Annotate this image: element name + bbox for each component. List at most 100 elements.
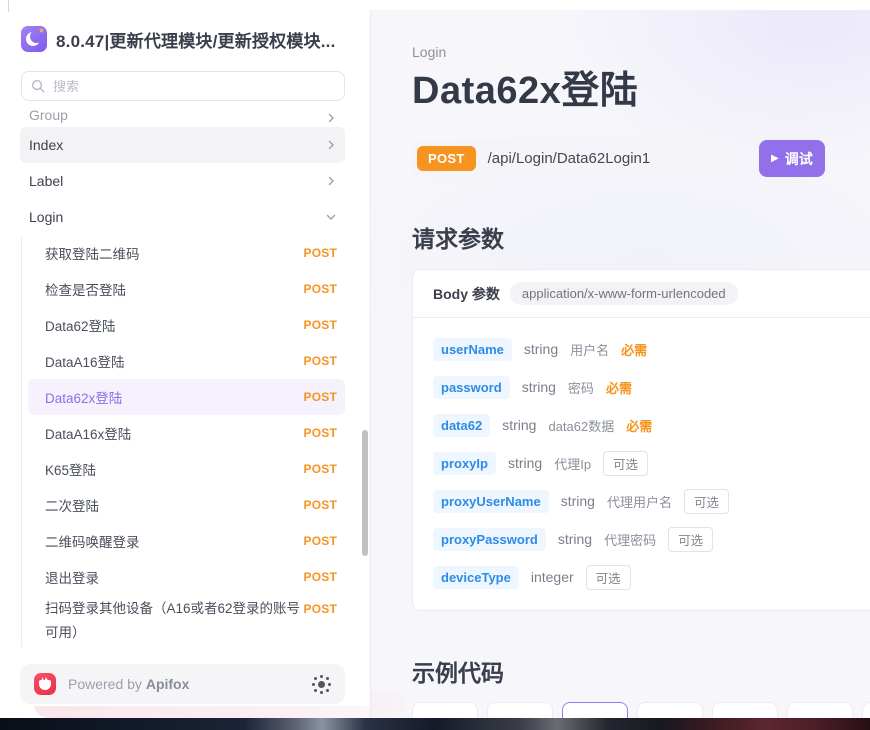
param-required-badge: 必需: [626, 416, 652, 435]
param-optional-badge: 可选: [684, 489, 729, 514]
param-row-devicetype: deviceType integer 可选: [433, 558, 870, 596]
sidebar-item-dataa16-login[interactable]: DataA16登陆 POST: [28, 343, 345, 379]
sidebar-item-get-qrcode[interactable]: 获取登陆二维码 POST: [28, 235, 345, 271]
param-name: proxyUserName: [433, 490, 549, 513]
page-title: Data62x登陆: [412, 69, 870, 113]
param-desc: 代理密码: [604, 530, 656, 549]
play-icon: ▶: [771, 154, 779, 164]
param-list: userName string 用户名 必需 password string 密…: [413, 318, 870, 610]
chevron-right-icon: [326, 113, 336, 123]
body-params-card: Body 参数 application/x-www-form-urlencode…: [412, 269, 870, 611]
login-children: 获取登陆二维码 POST 检查是否登陆 POST Data62登陆 POST D…: [0, 235, 370, 649]
search-box[interactable]: [21, 71, 345, 101]
param-optional-badge: 可选: [668, 527, 713, 552]
param-row-password: password string 密码 必需: [433, 368, 870, 406]
search-icon: [31, 79, 45, 98]
endpoint-row: POST /api/Login/Data62Login1 ▶ 调试: [412, 140, 870, 177]
powered-by-footer: Powered by Apifox: [20, 664, 345, 704]
param-type: string: [522, 379, 556, 395]
app-logo-moon-icon: ★: [21, 26, 47, 52]
sidebar-item-scan-login-other-device[interactable]: 扫码登录其他设备（A16或者62登录的账号可用） POST: [28, 595, 345, 649]
window-edge-tick: [8, 0, 9, 12]
sidebar-item-k65-login[interactable]: K65登陆 POST: [28, 451, 345, 487]
endpoint-bar: POST /api/Login/Data62Login1: [412, 140, 730, 177]
body-params-label: Body 参数: [433, 284, 500, 304]
param-desc: 密码: [568, 378, 594, 397]
chevron-right-icon: [326, 140, 336, 150]
breadcrumb: Login: [412, 44, 870, 60]
sidebar-item-qrcode-wake-login[interactable]: 二维码唤醒登录 POST: [28, 523, 345, 559]
param-desc: 代理Ip: [554, 454, 591, 473]
param-required-badge: 必需: [621, 340, 647, 359]
param-name: password: [433, 376, 510, 399]
main-content: Login Data62x登陆 POST /api/Login/Data62Lo…: [371, 10, 870, 730]
method-badge: POST: [304, 498, 337, 512]
param-name: data62: [433, 414, 490, 437]
content-type-pill: application/x-www-form-urlencoded: [510, 282, 738, 305]
sidebar-nav: Group Index Label Login 获取登陆二维码 POST 检查是…: [0, 101, 370, 649]
param-type: string: [558, 531, 592, 547]
method-badge: POST: [304, 354, 337, 368]
param-desc: data62数据: [548, 416, 614, 435]
param-row-proxyip: proxyIp string 代理Ip 可选: [433, 444, 870, 482]
sidebar-group-label-item[interactable]: Label: [20, 163, 345, 199]
param-type: integer: [531, 569, 574, 585]
app-version-title: 8.0.47|更新代理模块/更新授权模块...: [56, 27, 336, 52]
method-badge: POST: [304, 318, 337, 332]
param-type: string: [508, 455, 542, 471]
desktop-wallpaper-strip: [0, 718, 870, 730]
method-badge: POST: [304, 426, 337, 440]
param-row-username: userName string 用户名 必需: [433, 330, 870, 368]
sidebar-scrollbar-thumb[interactable]: [362, 430, 368, 556]
param-type: string: [502, 417, 536, 433]
search-input[interactable]: [21, 71, 345, 101]
apifox-logo-icon: [34, 673, 56, 695]
apifox-brand: Apifox: [146, 676, 190, 692]
sidebar-group-label: Login: [29, 209, 326, 225]
sidebar-item-second-login[interactable]: 二次登陆 POST: [28, 487, 345, 523]
sidebar-item-data62-login[interactable]: Data62登陆 POST: [28, 307, 345, 343]
body-params-header: Body 参数 application/x-www-form-urlencode…: [413, 270, 870, 318]
param-desc: 用户名: [570, 340, 609, 359]
method-badge: POST: [304, 570, 337, 584]
param-desc: 代理用户名: [607, 492, 672, 511]
param-type: string: [561, 493, 595, 509]
param-row-proxypassword: proxyPassword string 代理密码 可选: [433, 520, 870, 558]
debug-button[interactable]: ▶ 调试: [759, 140, 825, 177]
param-row-proxyusername: proxyUserName string 代理用户名 可选: [433, 482, 870, 520]
sidebar-group-label: Index: [29, 137, 326, 153]
sidebar-group-label: Label: [29, 173, 326, 189]
param-name: deviceType: [433, 566, 519, 589]
method-badge: POST: [304, 390, 337, 404]
theme-toggle-sun-icon[interactable]: [318, 681, 325, 688]
sidebar-item-logout[interactable]: 退出登录 POST: [28, 559, 345, 595]
sidebar-item-dataa16x-login[interactable]: DataA16x登陆 POST: [28, 415, 345, 451]
param-type: string: [524, 341, 558, 357]
param-name: userName: [433, 338, 512, 361]
powered-by-text: Powered by: [68, 676, 142, 692]
sidebar-item-check-login[interactable]: 检查是否登陆 POST: [28, 271, 345, 307]
param-optional-badge: 可选: [586, 565, 631, 590]
chevron-down-icon: [326, 212, 336, 222]
method-badge: POST: [304, 602, 337, 616]
param-name: proxyPassword: [433, 528, 546, 551]
param-optional-badge: 可选: [603, 451, 648, 476]
sidebar-group-login[interactable]: Login: [20, 199, 345, 235]
method-badge: POST: [304, 534, 337, 548]
sidebar-group-index[interactable]: Index: [20, 127, 345, 163]
param-required-badge: 必需: [606, 378, 632, 397]
sidebar-group-group[interactable]: Group: [20, 101, 345, 127]
request-params-heading: 请求参数: [412, 220, 870, 254]
sidebar-group-label: Group: [29, 107, 326, 123]
sample-code-heading: 示例代码: [412, 654, 870, 688]
app-header: ★ 8.0.47|更新代理模块/更新授权模块...: [21, 26, 350, 52]
method-badge: POST: [304, 246, 337, 260]
sidebar: ★ 8.0.47|更新代理模块/更新授权模块... Group Index La…: [0, 10, 370, 706]
param-name: proxyIp: [433, 452, 496, 475]
endpoint-path: /api/Login/Data62Login1: [488, 150, 651, 167]
sidebar-item-data62x-login[interactable]: Data62x登陆 POST: [28, 379, 345, 415]
method-badge: POST: [304, 282, 337, 296]
tree-guide-line: [21, 237, 22, 647]
method-badge: POST: [304, 462, 337, 476]
method-post-badge: POST: [417, 146, 476, 171]
